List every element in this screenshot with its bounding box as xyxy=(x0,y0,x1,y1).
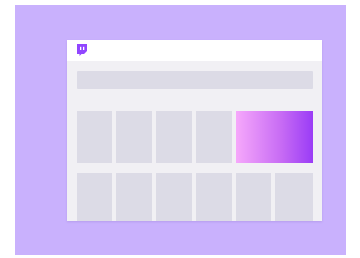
stream-tile[interactable] xyxy=(156,173,192,221)
stream-tile[interactable] xyxy=(196,111,232,163)
stream-tile[interactable] xyxy=(77,173,112,221)
stream-tile[interactable] xyxy=(196,173,232,221)
stream-tile[interactable] xyxy=(236,173,271,221)
stream-tile[interactable] xyxy=(116,173,152,221)
stream-tile[interactable] xyxy=(275,173,313,221)
stream-tile[interactable] xyxy=(156,111,192,163)
stream-tile[interactable] xyxy=(77,111,112,163)
twitch-icon[interactable] xyxy=(76,44,88,57)
app-window xyxy=(67,40,322,221)
featured-stream-tile[interactable] xyxy=(236,111,313,163)
stream-tile[interactable] xyxy=(116,111,152,163)
title-bar xyxy=(67,40,322,61)
search-bar-placeholder[interactable] xyxy=(77,71,313,89)
